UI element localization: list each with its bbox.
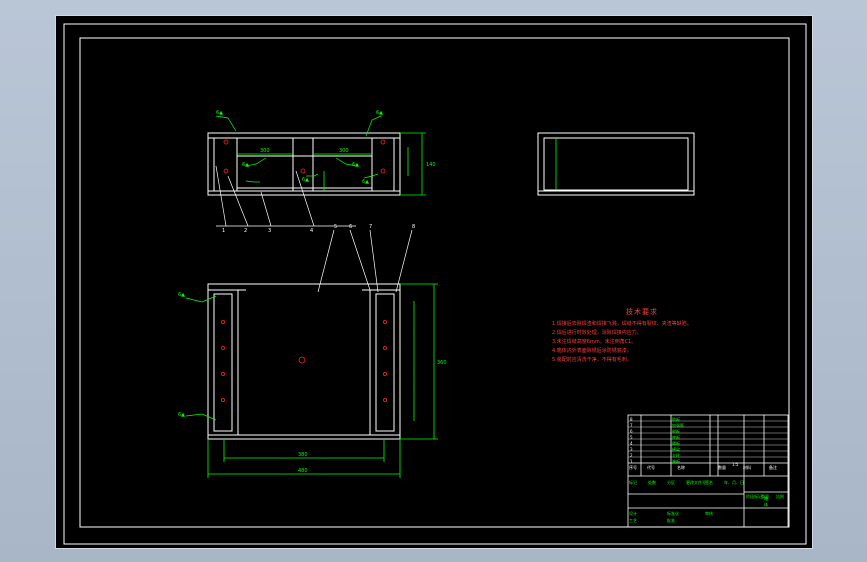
part-row-number: 7 bbox=[630, 423, 633, 428]
dim-plan-inner: 380 bbox=[298, 452, 308, 458]
weld-label-6: 6▲ bbox=[362, 179, 369, 185]
part-row-number: 8 bbox=[630, 417, 633, 422]
weld-label-7: 6▲ bbox=[178, 292, 185, 298]
column-header: 代号 bbox=[647, 465, 655, 470]
column-header: 名称 bbox=[677, 465, 685, 470]
revision-label: 年、月、日 bbox=[724, 480, 744, 485]
cad-viewport[interactable]: 300 300 140 380 480 360 1 2 3 4 5 6 7 8 … bbox=[55, 15, 813, 549]
column-header: 数量 bbox=[718, 465, 726, 470]
stage-label: 比例 bbox=[776, 494, 784, 499]
part-row-number: 6 bbox=[630, 429, 633, 434]
note-1: 1.焊接后去除焊渣和焊接飞溅，焊缝不得有裂纹、夹渣等缺陷。 bbox=[552, 321, 692, 327]
balloon-5: 5 bbox=[334, 224, 337, 230]
dim-plan-height: 360 bbox=[437, 360, 447, 366]
signature-label: 批准 bbox=[667, 518, 675, 523]
note-4: 4.箱体内外表面除锈后涂防锈底漆。 bbox=[552, 348, 632, 354]
weld-label-1: 6▲ bbox=[216, 110, 223, 116]
front-view-dimensions bbox=[237, 132, 426, 196]
signature-label: 审核 bbox=[705, 511, 713, 516]
dim-front-height: 140 bbox=[426, 162, 436, 168]
side-view bbox=[537, 132, 695, 196]
dim-plan-outer: 480 bbox=[298, 468, 308, 474]
dim-top-mid: 300 bbox=[339, 148, 349, 154]
revision-label: 处数 bbox=[648, 480, 656, 485]
signature-label: 设计 bbox=[629, 511, 637, 516]
weld-label-2: 6▲ bbox=[376, 110, 383, 116]
balloon-6: 6 bbox=[349, 224, 352, 230]
dim-top-inner: 300 bbox=[260, 148, 270, 154]
plan-view bbox=[207, 283, 401, 440]
part-row-number: 5 bbox=[630, 435, 633, 440]
balloon-7: 7 bbox=[369, 224, 372, 230]
stage-label: 阶段标记 bbox=[746, 494, 762, 499]
weld-label-8: 6▲ bbox=[178, 412, 185, 418]
weld-label-5: 6▲ bbox=[302, 177, 309, 183]
note-5: 5.装配前应清洗干净，不得有毛刺。 bbox=[552, 357, 632, 363]
stage-label: 重量 bbox=[761, 494, 769, 499]
front-weld-leaders bbox=[215, 115, 382, 183]
inner-sheet-border bbox=[79, 37, 790, 528]
part-row-number: 4 bbox=[630, 441, 633, 446]
balloon-8: 8 bbox=[412, 224, 415, 230]
notes-title: 技术要求 bbox=[626, 308, 658, 316]
front-view bbox=[207, 132, 401, 196]
signature-label: 工艺 bbox=[629, 518, 637, 523]
column-header: 序号 bbox=[629, 465, 637, 470]
plan-leaders bbox=[317, 229, 413, 293]
revision-label: 标记 bbox=[629, 480, 637, 485]
scale-label: 1:5 bbox=[732, 462, 739, 467]
revision-label: 签名 bbox=[705, 480, 713, 485]
balloon-4: 4 bbox=[310, 228, 313, 234]
part-row-number: 1 bbox=[630, 459, 633, 464]
signature-label: 标准化 bbox=[667, 511, 679, 516]
weld-label-4: 6▲ bbox=[352, 162, 359, 168]
column-header: 备注 bbox=[769, 465, 777, 470]
balloon-2: 2 bbox=[244, 228, 247, 234]
weld-label-3: 6▲ bbox=[242, 162, 249, 168]
part-row-number: 2 bbox=[630, 453, 633, 458]
revision-label: 更改文件号 bbox=[686, 480, 706, 485]
balloon-3: 3 bbox=[268, 228, 271, 234]
part-row-number: 3 bbox=[630, 447, 633, 452]
column-header: 材料 bbox=[743, 465, 751, 470]
part-balloons: 1 2 3 4 5 6 7 8 bbox=[222, 224, 415, 234]
note-3: 3.未注焊缝高度6mm，未注倒角C1。 bbox=[552, 339, 637, 345]
cad-drawing: 300 300 140 380 480 360 1 2 3 4 5 6 7 8 … bbox=[63, 23, 807, 545]
plan-view-holes bbox=[220, 319, 387, 402]
note-2: 2.焊后进行时效处理，消除焊接内应力。 bbox=[552, 330, 642, 336]
balloon-1: 1 bbox=[222, 228, 225, 234]
revision-label: 分区 bbox=[667, 480, 675, 485]
technical-notes: 技术要求 1.焊接后去除焊渣和焊接飞溅，焊缝不得有裂纹、夹渣等缺陷。 2.焊后进… bbox=[552, 308, 732, 365]
